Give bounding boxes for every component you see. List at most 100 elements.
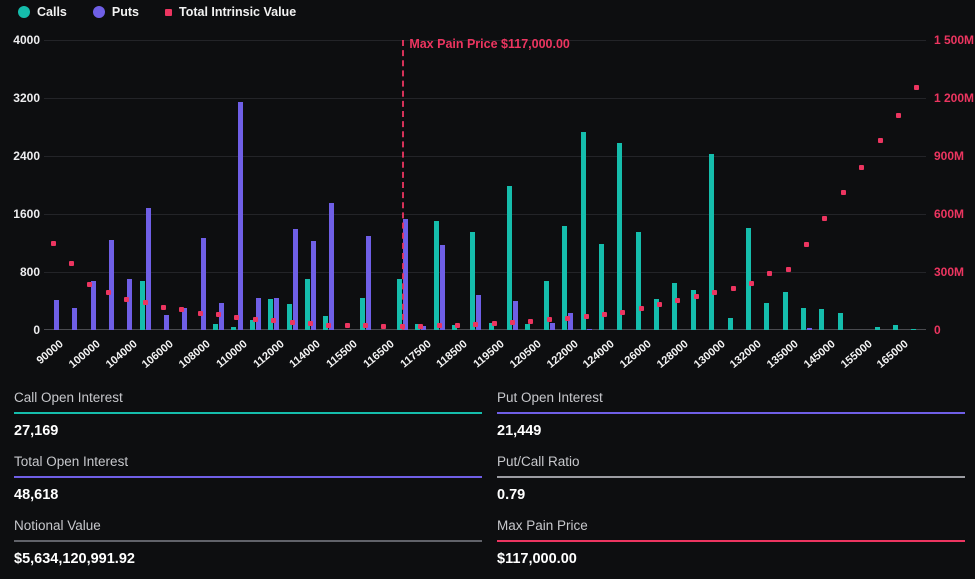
tiv-point-125000[interactable]: [620, 310, 625, 315]
call-bar-128000[interactable]: [672, 283, 677, 331]
tiv-point-160000[interactable]: [878, 138, 883, 143]
tiv-point-120500[interactable]: [528, 319, 533, 324]
call-bar-132000[interactable]: [746, 228, 751, 330]
put-bar-110000[interactable]: [238, 102, 243, 330]
call-bar-112000[interactable]: [268, 299, 273, 331]
call-bar-105000[interactable]: [140, 281, 145, 330]
tiv-point-145000[interactable]: [822, 216, 827, 221]
tiv-point-110000[interactable]: [234, 315, 239, 320]
call-bar-109000[interactable]: [213, 324, 218, 331]
tiv-point-113000[interactable]: [290, 320, 295, 325]
call-bar-126000[interactable]: [636, 232, 641, 330]
call-bar-120000[interactable]: [507, 186, 512, 330]
put-bar-116000[interactable]: [366, 236, 371, 330]
put-bar-106000[interactable]: [164, 315, 169, 330]
tiv-point-105000[interactable]: [143, 300, 148, 305]
call-bar-119000[interactable]: [470, 232, 475, 330]
tiv-point-118000[interactable]: [437, 323, 442, 328]
tiv-point-114000[interactable]: [308, 321, 313, 326]
tiv-point-119500[interactable]: [492, 321, 497, 326]
put-bar-111000[interactable]: [256, 298, 261, 330]
tiv-point-131000[interactable]: [731, 286, 736, 291]
tiv-point-155000[interactable]: [859, 165, 864, 170]
call-bar-134000[interactable]: [764, 303, 769, 330]
call-bar-117000[interactable]: [397, 279, 402, 331]
tiv-point-170000[interactable]: [914, 85, 919, 90]
put-bar-120000[interactable]: [513, 301, 518, 330]
call-bar-165000[interactable]: [893, 325, 898, 330]
legend-item-puts[interactable]: Puts: [93, 5, 139, 19]
tiv-point-116500[interactable]: [381, 324, 386, 329]
call-bar-140000[interactable]: [801, 308, 806, 331]
call-bar-124000[interactable]: [599, 244, 604, 330]
tiv-point-124000[interactable]: [602, 312, 607, 317]
put-bar-104000[interactable]: [127, 279, 132, 330]
tiv-point-127000[interactable]: [657, 302, 662, 307]
put-bar-102000[interactable]: [109, 240, 114, 330]
put-bar-90000[interactable]: [54, 300, 59, 330]
tiv-point-102000[interactable]: [106, 290, 111, 295]
tiv-point-95000[interactable]: [69, 261, 74, 266]
call-bar-118000[interactable]: [434, 221, 439, 330]
put-bar-95000[interactable]: [72, 308, 77, 330]
put-bar-108000[interactable]: [201, 238, 206, 330]
call-bar-135000[interactable]: [783, 292, 788, 330]
call-bar-120500[interactable]: [525, 324, 530, 331]
call-bar-113000[interactable]: [287, 304, 292, 330]
tiv-point-134000[interactable]: [767, 271, 772, 276]
tiv-point-117500[interactable]: [418, 324, 423, 329]
put-bar-123000[interactable]: [587, 329, 592, 331]
right-axis-tick: 900M: [934, 149, 964, 163]
tiv-point-115000[interactable]: [326, 323, 331, 328]
tiv-point-123000[interactable]: [584, 314, 589, 319]
tiv-point-122000[interactable]: [565, 316, 570, 321]
tiv-point-109000[interactable]: [216, 312, 221, 317]
tiv-point-106000[interactable]: [161, 305, 166, 310]
put-bar-115000[interactable]: [329, 203, 334, 330]
tiv-point-128000[interactable]: [675, 298, 680, 303]
tiv-point-116000[interactable]: [363, 323, 368, 328]
tiv-point-112000[interactable]: [271, 318, 276, 323]
call-bar-123000[interactable]: [581, 132, 586, 330]
call-bar-122000[interactable]: [562, 226, 567, 330]
put-bar-118000[interactable]: [440, 245, 445, 330]
tiv-point-104000[interactable]: [124, 297, 129, 302]
put-bar-114000[interactable]: [311, 241, 316, 330]
call-bar-125000[interactable]: [617, 143, 622, 330]
tiv-point-140000[interactable]: [804, 242, 809, 247]
call-bar-150000[interactable]: [838, 313, 843, 330]
put-bar-112000[interactable]: [274, 298, 279, 330]
tiv-point-115500[interactable]: [345, 323, 350, 328]
call-bar-145000[interactable]: [819, 309, 824, 330]
put-bar-113000[interactable]: [293, 229, 298, 330]
tiv-point-132000[interactable]: [749, 281, 754, 286]
put-bar-121000[interactable]: [550, 323, 555, 330]
stat-value: $5,634,120,991.92: [14, 542, 482, 567]
tiv-point-165000[interactable]: [896, 113, 901, 118]
tiv-point-119000[interactable]: [473, 322, 478, 327]
tiv-point-126000[interactable]: [639, 306, 644, 311]
tiv-point-130000[interactable]: [712, 290, 717, 295]
tiv-point-129000[interactable]: [694, 294, 699, 299]
tiv-point-111000[interactable]: [253, 317, 258, 322]
call-bar-131000[interactable]: [728, 318, 733, 330]
put-bar-140000[interactable]: [807, 328, 812, 330]
legend-item-calls[interactable]: Calls: [18, 5, 67, 19]
call-bar-160000[interactable]: [875, 327, 880, 330]
tiv-point-107000[interactable]: [179, 307, 184, 312]
call-bar-170000[interactable]: [911, 329, 916, 331]
put-bar-105000[interactable]: [146, 208, 151, 331]
tiv-point-150000[interactable]: [841, 190, 846, 195]
tiv-point-108000[interactable]: [198, 311, 203, 316]
tiv-point-120000[interactable]: [510, 320, 515, 325]
tiv-point-100000[interactable]: [87, 282, 92, 287]
call-bar-121000[interactable]: [544, 281, 549, 330]
tiv-point-121000[interactable]: [547, 317, 552, 322]
put-bar-100000[interactable]: [91, 281, 96, 330]
call-bar-130000[interactable]: [709, 154, 714, 330]
legend-item-total-intrinsic-value[interactable]: Total Intrinsic Value: [165, 5, 296, 19]
tiv-point-118500[interactable]: [455, 323, 460, 328]
tiv-point-90000[interactable]: [51, 241, 56, 246]
tiv-point-135000[interactable]: [786, 267, 791, 272]
call-bar-110000[interactable]: [231, 327, 236, 330]
